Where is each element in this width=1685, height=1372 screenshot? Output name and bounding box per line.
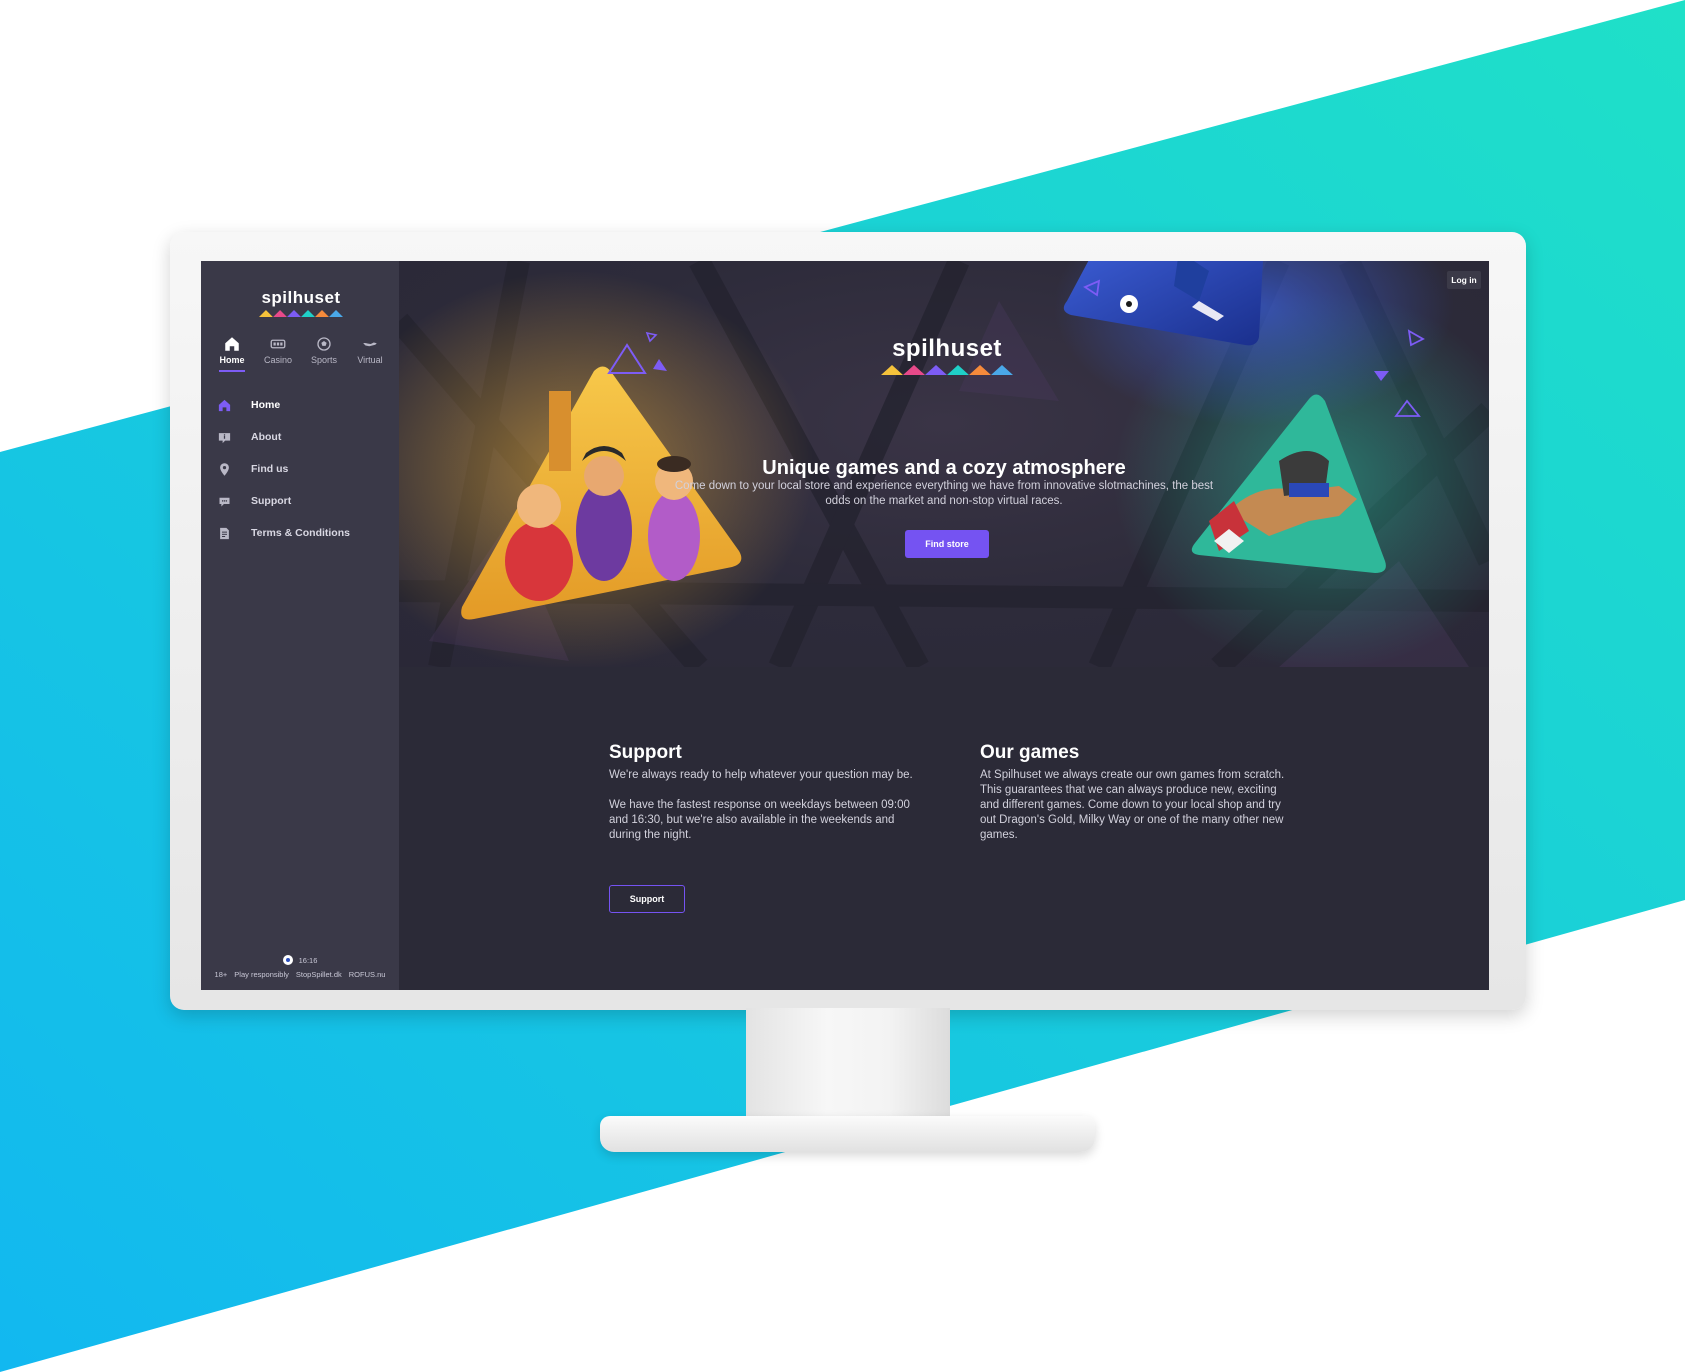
top-nav-virtual[interactable]: Virtual xyxy=(349,335,391,372)
sidebar-item-label: About xyxy=(251,431,282,443)
clock: 16:16 xyxy=(201,955,399,965)
sidebar-item-label: Home xyxy=(251,399,281,411)
top-nav-casino[interactable]: Casino xyxy=(257,335,299,372)
side-menu: Home About Find us Support Terms & Condi… xyxy=(217,389,397,549)
games-title: Our games xyxy=(980,742,1080,763)
home-icon xyxy=(211,335,253,355)
clock-time: 16:16 xyxy=(298,955,318,965)
sidebar-item-label: Terms & Conditions xyxy=(251,527,350,539)
info-card-icon xyxy=(217,430,251,445)
find-store-button[interactable]: Find store xyxy=(905,530,989,558)
flag-icon[interactable] xyxy=(282,955,293,965)
hero-banner: spilhuset Unique games and a cozy atmosp… xyxy=(399,261,1489,667)
location-pin-icon xyxy=(217,462,251,477)
slot-machine-icon xyxy=(257,335,299,355)
football-icon xyxy=(303,335,345,355)
monitor-base xyxy=(600,1116,1095,1152)
support-button[interactable]: Support xyxy=(609,885,685,913)
info-section: Support We're always ready to help whate… xyxy=(399,667,1489,990)
sidebar-item-about[interactable]: About xyxy=(217,421,397,453)
sidebar-item-label: Support xyxy=(251,495,292,507)
play-responsibly-link[interactable]: Play responsibly xyxy=(234,970,289,979)
top-nav-label: Virtual xyxy=(357,355,383,365)
hero-logo-text: spilhuset xyxy=(892,335,1002,362)
brand-logo-text: spilhuset xyxy=(261,288,341,307)
login-button[interactable]: Log in xyxy=(1447,271,1481,289)
responsible-gaming-links: 18+ Play responsibly StopSpillet.dk ROFU… xyxy=(201,970,399,979)
top-nav: Home Casino Sports Virtual xyxy=(211,335,391,372)
racing-dog-icon xyxy=(349,335,391,355)
sidebar: spilhuset Home Casino Sports Virtual Hom… xyxy=(201,261,399,990)
brand-stripe xyxy=(881,365,1013,375)
top-nav-sports[interactable]: Sports xyxy=(303,335,345,372)
sidebar-item-home[interactable]: Home xyxy=(217,389,397,421)
chat-bubble-icon xyxy=(217,494,251,509)
stopspillet-link[interactable]: StopSpillet.dk xyxy=(296,970,342,979)
brand-stripe xyxy=(259,310,343,317)
sidebar-item-support[interactable]: Support xyxy=(217,485,397,517)
support-hours-paragraph: We have the fastest response on weekdays… xyxy=(609,799,910,841)
sidebar-item-find-us[interactable]: Find us xyxy=(217,453,397,485)
brand-logo[interactable]: spilhuset xyxy=(253,288,349,317)
games-section: Our games At Spilhuset we always create … xyxy=(980,742,1290,858)
top-nav-label: Casino xyxy=(263,355,292,365)
monitor-stand xyxy=(746,1008,950,1122)
top-nav-label: Home xyxy=(219,355,245,365)
top-nav-home[interactable]: Home xyxy=(211,335,253,372)
sidebar-item-terms[interactable]: Terms & Conditions xyxy=(217,517,397,549)
age-limit-label: 18+ xyxy=(214,970,228,979)
app-screen: spilhuset Home Casino Sports Virtual Hom… xyxy=(201,261,1489,990)
hero-title: Unique games and a cozy atmosphere xyxy=(762,457,1126,479)
hero-subtitle: Come down to your local store and experi… xyxy=(674,480,1214,507)
sidebar-item-label: Find us xyxy=(251,463,289,475)
rofus-link[interactable]: ROFUS.nu xyxy=(349,970,386,979)
support-title: Support xyxy=(609,742,682,763)
document-icon xyxy=(217,526,251,541)
support-paragraph: We're always ready to help whatever your… xyxy=(609,769,913,781)
home-icon xyxy=(217,398,251,413)
hero-logo: spilhuset xyxy=(881,335,1013,375)
sidebar-footer: 16:16 18+ Play responsibly StopSpillet.d… xyxy=(201,955,399,979)
top-nav-label: Sports xyxy=(310,355,337,365)
games-paragraph: At Spilhuset we always create our own ga… xyxy=(980,769,1285,841)
support-section: Support We're always ready to help whate… xyxy=(609,742,919,858)
